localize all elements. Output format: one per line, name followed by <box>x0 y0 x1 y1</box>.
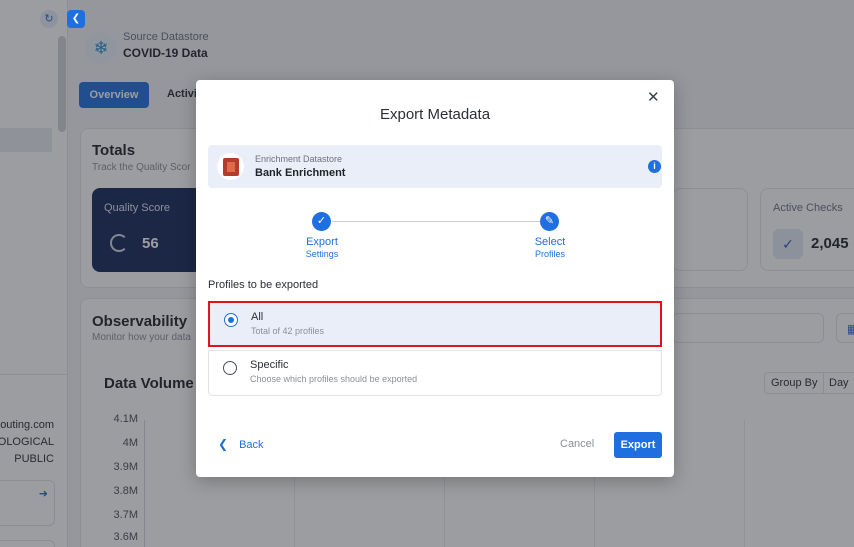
radio-all[interactable] <box>224 313 238 327</box>
step-export-settings[interactable]: Export Settings <box>292 236 352 259</box>
export-button[interactable]: Export <box>614 432 662 458</box>
step-select-profiles[interactable]: Select Profiles <box>520 236 580 259</box>
step-sublabel: Profiles <box>534 248 565 259</box>
step-check-icon[interactable]: ✓ <box>312 212 331 231</box>
radio-specific[interactable] <box>223 361 237 375</box>
enrichment-datastore-box: Enrichment Datastore Bank Enrichment i <box>208 145 662 188</box>
option-description: Choose which profiles should be exported <box>250 374 418 384</box>
option-specific-profiles[interactable]: Specific Choose which profiles should be… <box>208 350 662 396</box>
step-label: Export <box>306 236 338 248</box>
step-pencil-icon[interactable]: ✎ <box>540 212 559 231</box>
option-description: Total of 42 profiles <box>251 326 325 336</box>
bank-icon <box>222 157 239 176</box>
cancel-button[interactable]: Cancel <box>560 438 594 450</box>
datastore-type-label: Enrichment Datastore <box>255 154 343 164</box>
close-icon[interactable]: ✕ <box>647 88 660 106</box>
chevron-left-icon[interactable]: ❮ <box>67 10 85 28</box>
datastore-icon <box>217 153 244 180</box>
back-label: Back <box>239 439 264 451</box>
stepper-line <box>332 221 550 222</box>
back-button[interactable]: ❮ Back <box>218 437 264 451</box>
step-sublabel: Settings <box>305 248 339 259</box>
step-label: Select <box>534 236 566 248</box>
export-metadata-dialog: ✕ Export Metadata Enrichment Datastore B… <box>196 80 674 477</box>
dialog-title: Export Metadata <box>379 106 491 123</box>
datastore-title: Bank Enrichment <box>255 167 346 179</box>
info-icon[interactable]: i <box>648 160 661 173</box>
option-label: All <box>251 311 264 323</box>
chevron-left-icon: ❮ <box>218 437 229 451</box>
option-label: Specific <box>250 359 289 371</box>
profiles-section-title: Profiles to be exported <box>208 279 319 291</box>
option-all-profiles[interactable]: All Total of 42 profiles <box>208 301 662 347</box>
